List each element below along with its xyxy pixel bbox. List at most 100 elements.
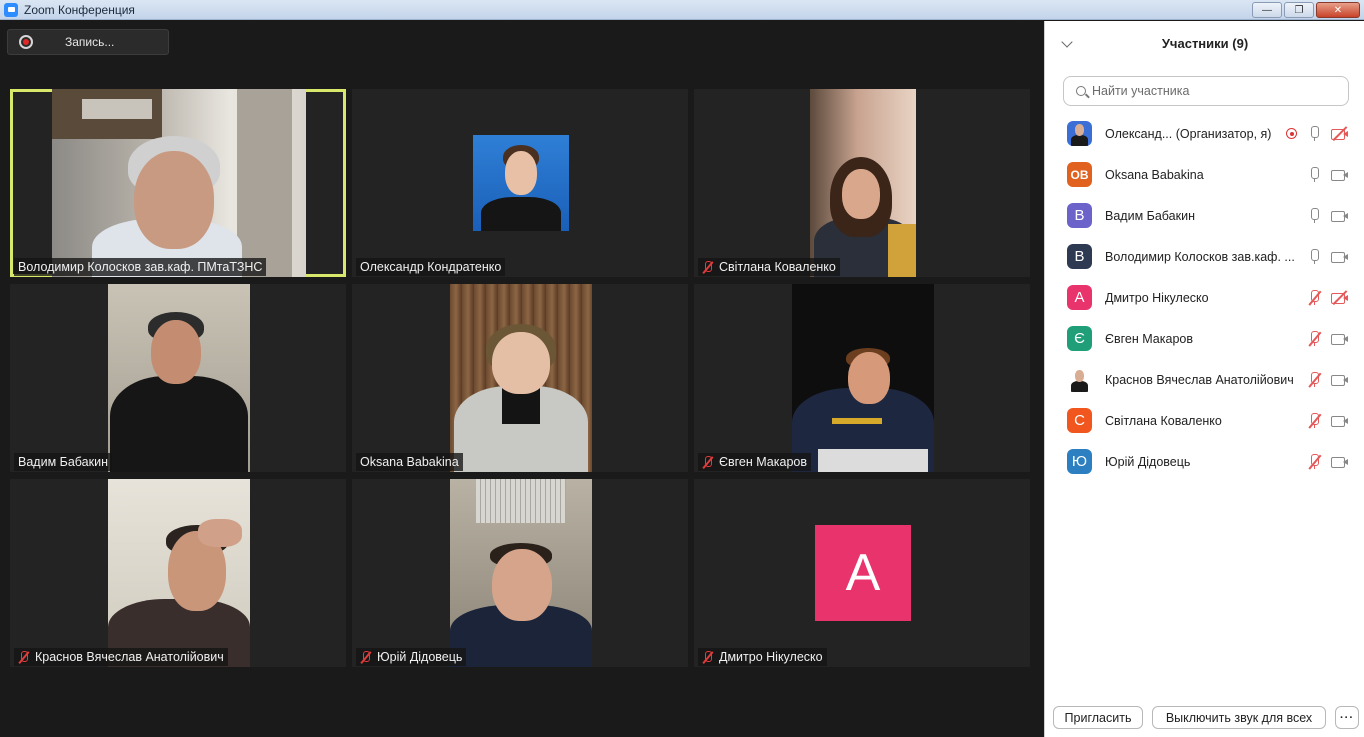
participant-row[interactable]: Ю Юрій Дідовець xyxy=(1045,441,1364,482)
video-tile[interactable]: A Дмитро Нікулеско xyxy=(694,479,1030,667)
search-box[interactable] xyxy=(1063,76,1349,106)
video-tile[interactable]: Юрій Дідовець xyxy=(352,479,688,667)
participant-row[interactable]: С Світлана Коваленко xyxy=(1045,400,1364,441)
mic-muted-icon[interactable] xyxy=(1307,454,1322,470)
participant-name: Володимир Колосков зав.каф. ... xyxy=(1105,249,1295,264)
muted-mic-icon xyxy=(702,260,714,274)
participant-row[interactable]: Є Євген Макаров xyxy=(1045,318,1364,359)
camera-icon[interactable] xyxy=(1331,168,1349,181)
participant-row[interactable]: В Вадим Бабакин xyxy=(1045,195,1364,236)
mic-muted-icon[interactable] xyxy=(1307,372,1322,388)
more-button[interactable]: ··· xyxy=(1335,706,1359,729)
video-tile[interactable]: Вадим Бабакин xyxy=(10,284,346,472)
participant-name: Євген Макаров xyxy=(1105,331,1193,346)
participant-row[interactable]: Краснов Вячеслав Анатолійович xyxy=(1045,359,1364,400)
video-feed xyxy=(52,89,306,277)
search-input[interactable] xyxy=(1092,84,1342,98)
video-tile[interactable]: Володимир Колосков зав.каф. ПМтаТЗНС xyxy=(10,89,346,277)
video-feed xyxy=(108,284,250,472)
participant-name: Oksana Babakina xyxy=(1105,167,1204,182)
participant-name-tag: Дмитро Нікулеско xyxy=(698,648,827,666)
participant-status-icons xyxy=(1307,290,1349,306)
muted-mic-icon xyxy=(18,650,30,664)
avatar xyxy=(1067,367,1092,392)
avatar: В xyxy=(1067,244,1092,269)
participant-name-tag: Олександр Кондратенко xyxy=(356,258,506,276)
avatar: С xyxy=(1067,408,1092,433)
window-title: Zoom Конференция xyxy=(24,2,135,17)
participant-row[interactable]: В Володимир Колосков зав.каф. ... xyxy=(1045,236,1364,277)
record-icon xyxy=(19,35,33,49)
participant-status-icons xyxy=(1307,372,1349,388)
avatar: OB xyxy=(1067,162,1092,187)
participant-name-tag: Світлана Коваленко xyxy=(698,258,840,276)
video-feed xyxy=(450,284,592,472)
mic-muted-icon[interactable] xyxy=(1307,290,1322,306)
restore-button[interactable]: ❐ xyxy=(1284,2,1314,18)
gallery-view: Запись... Володимир Колосков зав.каф. ПМ… xyxy=(0,21,1044,737)
video-tile[interactable]: Oksana Babakina xyxy=(352,284,688,472)
participant-name-tag: Володимир Колосков зав.каф. ПМтаТЗНС xyxy=(14,258,267,276)
recording-icon xyxy=(1286,128,1297,139)
camera-icon[interactable] xyxy=(1331,373,1349,386)
participant-status-icons xyxy=(1307,454,1349,470)
participant-name-tag: Краснов Вячеслав Анатолійович xyxy=(14,648,228,666)
camera-off-icon[interactable] xyxy=(1331,126,1349,141)
participant-name: Краснов Вячеслав Анатолійович xyxy=(1105,372,1294,387)
participant-name: Дмитро Нікулеско xyxy=(1105,290,1209,305)
avatar: В xyxy=(1067,203,1092,228)
recording-indicator[interactable]: Запись... xyxy=(7,29,169,55)
participant-name-tag: Юрій Дідовець xyxy=(356,648,467,666)
recording-label: Запись... xyxy=(65,35,115,49)
camera-icon[interactable] xyxy=(1331,455,1349,468)
participant-row[interactable]: А Дмитро Нікулеско xyxy=(1045,277,1364,318)
video-tile[interactable]: Євген Макаров xyxy=(694,284,1030,472)
camera-icon[interactable] xyxy=(1331,250,1349,263)
participant-status-icons xyxy=(1307,167,1349,182)
mic-icon[interactable] xyxy=(1307,167,1321,182)
participant-name: Олександ... (Организатор, я) xyxy=(1105,126,1272,141)
participant-name-tag: Oksana Babakina xyxy=(356,453,463,471)
video-feed xyxy=(108,479,250,667)
mic-muted-icon[interactable] xyxy=(1307,413,1322,429)
camera-icon[interactable] xyxy=(1331,414,1349,427)
minimize-button[interactable]: — xyxy=(1252,2,1282,18)
video-tile[interactable]: Краснов Вячеслав Анатолійович xyxy=(10,479,346,667)
video-feed xyxy=(450,479,592,667)
mic-icon[interactable] xyxy=(1307,249,1321,264)
avatar: А xyxy=(1067,285,1092,310)
video-tile[interactable]: Олександр Кондратенко xyxy=(352,89,688,277)
mute-all-button[interactable]: Выключить звук для всех xyxy=(1152,706,1326,729)
camera-off-icon[interactable] xyxy=(1331,290,1349,305)
participant-status-icons xyxy=(1307,208,1349,223)
participant-list: Олександ... (Организатор, я) OB Oksana Bab… xyxy=(1045,113,1364,482)
participant-name: Вадим Бабакин xyxy=(1105,208,1195,223)
muted-mic-icon xyxy=(702,650,714,664)
muted-mic-icon xyxy=(360,650,372,664)
mic-icon[interactable] xyxy=(1307,208,1321,223)
avatar xyxy=(1067,121,1092,146)
chevron-down-icon[interactable] xyxy=(1061,36,1073,48)
participant-status-icons xyxy=(1286,126,1349,141)
zoom-app-icon xyxy=(4,2,18,17)
panel-footer: Пригласить Выключить звук для всех ··· xyxy=(1045,697,1364,737)
panel-title: Участники (9) xyxy=(1161,35,1249,51)
avatar: Ю xyxy=(1067,449,1092,474)
camera-icon[interactable] xyxy=(1331,332,1349,345)
video-tile[interactable]: Світлана Коваленко xyxy=(694,89,1030,277)
close-button[interactable]: ✕ xyxy=(1316,2,1360,18)
title-bar: Zoom Конференция — ❐ ✕ xyxy=(0,0,1364,20)
window-controls: — ❐ ✕ xyxy=(1252,2,1360,18)
participants-panel: Участники (9) Олександ... (Организатор, … xyxy=(1044,21,1364,737)
participant-row[interactable]: Олександ... (Организатор, я) xyxy=(1045,113,1364,154)
video-feed xyxy=(810,89,916,277)
mic-muted-icon[interactable] xyxy=(1307,331,1322,347)
avatar: Є xyxy=(1067,326,1092,351)
mic-icon[interactable] xyxy=(1307,126,1321,141)
avatar-placeholder: A xyxy=(815,525,911,621)
participant-status-icons xyxy=(1307,331,1349,347)
invite-button[interactable]: Пригласить xyxy=(1053,706,1143,729)
participant-name: Світлана Коваленко xyxy=(1105,413,1222,428)
camera-icon[interactable] xyxy=(1331,209,1349,222)
participant-row[interactable]: OB Oksana Babakina xyxy=(1045,154,1364,195)
